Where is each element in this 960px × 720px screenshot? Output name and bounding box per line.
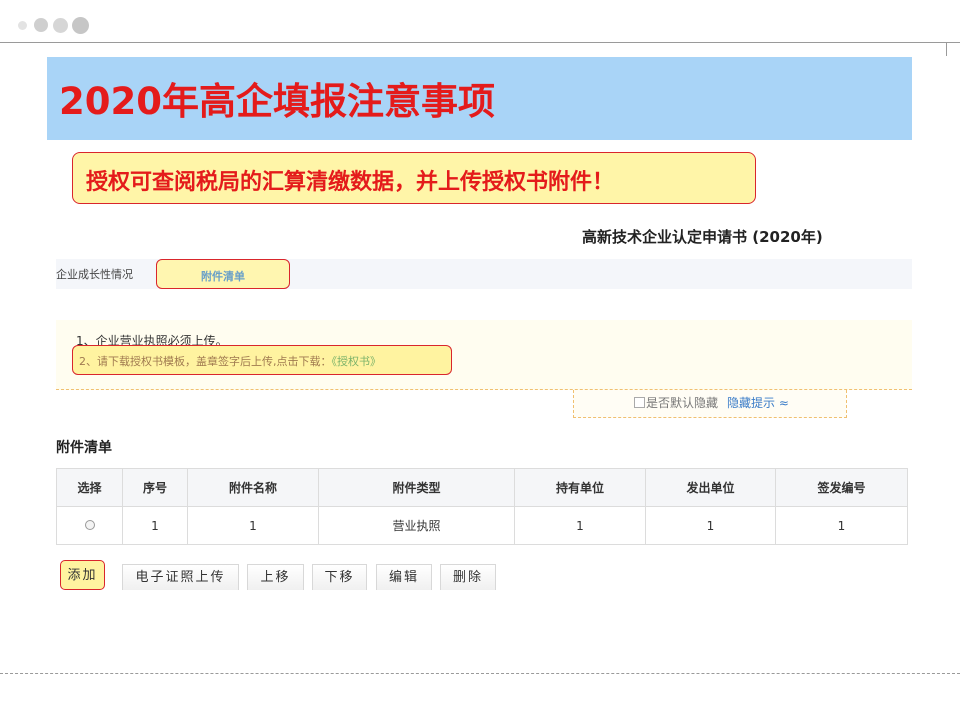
header-name: 附件名称	[187, 468, 319, 507]
row-radio[interactable]	[84, 519, 95, 530]
authorization-download-link[interactable]: 《授权书》	[332, 355, 382, 368]
callout-text: 授权可查阅税局的汇算清缴数据，并上传授权书附件！	[86, 169, 615, 195]
tab-attachments-label: 附件清单	[201, 270, 245, 283]
hide-tip-link[interactable]: 隐藏提示 ≈	[727, 394, 789, 411]
title-banner: 2020年高企填报注意事项	[47, 57, 912, 140]
tab-growth[interactable]: 企业成长性情况	[56, 266, 133, 282]
add-button[interactable]: 添加	[60, 560, 105, 590]
notice-callout: 2、请下载授权书模板，盖章签字后上传,点击下载：《授权书》	[72, 345, 452, 375]
hide-default-checkbox[interactable]	[634, 397, 645, 408]
header-number: 签发编号	[775, 468, 908, 507]
callout-box: 授权可查阅税局的汇算清缴数据，并上传授权书附件！	[72, 152, 756, 204]
bottom-divider	[0, 673, 960, 674]
dot-3	[53, 18, 68, 33]
edit-button[interactable]: 编辑	[376, 564, 432, 590]
cell-name: 1	[187, 506, 319, 545]
cell-number: 1	[775, 506, 908, 545]
dot-1	[18, 21, 27, 30]
top-divider	[0, 42, 960, 43]
notice-line-2: 2、请下载授权书模板，盖章签字后上传,点击下载：《授权书》	[79, 353, 381, 369]
hide-default-label: 是否默认隐藏	[646, 396, 719, 410]
dot-2	[34, 18, 48, 32]
notice-line-2-text: 2、请下载授权书模板，盖章签字后上传,点击下载：	[79, 355, 332, 368]
upload-license-button[interactable]: 电子证照上传	[122, 564, 239, 590]
move-down-button[interactable]: 下移	[312, 564, 367, 590]
cell-issuer: 1	[645, 506, 776, 545]
cell-select[interactable]	[56, 506, 123, 545]
attachments-table: 选择 序号 附件名称 附件类型 持有单位 发出单位 签发编号 1 1 营业执照 …	[56, 468, 908, 545]
header-holder: 持有单位	[514, 468, 646, 507]
header-select: 选择	[56, 468, 123, 507]
cell-index: 1	[122, 506, 188, 545]
table-row[interactable]: 1 1 营业执照 1 1 1	[56, 506, 908, 545]
hide-tip-box: 是否默认隐藏 隐藏提示 ≈	[573, 390, 847, 418]
section-title: 附件清单	[56, 440, 112, 456]
header-index: 序号	[122, 468, 188, 507]
header-type: 附件类型	[318, 468, 515, 507]
delete-button[interactable]: 删除	[440, 564, 496, 590]
notice-panel: 1、企业营业执照必须上传。 2、请下载授权书模板，盖章签字后上传,点击下载：《授…	[56, 320, 912, 390]
table-header-row: 选择 序号 附件名称 附件类型 持有单位 发出单位 签发编号	[56, 468, 908, 507]
dot-4	[72, 17, 89, 34]
move-up-button[interactable]: 上移	[247, 564, 304, 590]
tab-bar: 企业成长性情况 附件清单	[56, 259, 912, 289]
slide-title: 2020年高企填报注意事项	[59, 80, 495, 123]
top-divider-tick	[946, 42, 947, 56]
cell-type: 营业执照	[318, 506, 515, 545]
header-issuer: 发出单位	[645, 468, 776, 507]
cell-holder: 1	[514, 506, 646, 545]
form-title: 高新技术企业认定申请书 (2020年)	[582, 228, 823, 246]
tab-attachments[interactable]: 附件清单	[156, 259, 290, 289]
